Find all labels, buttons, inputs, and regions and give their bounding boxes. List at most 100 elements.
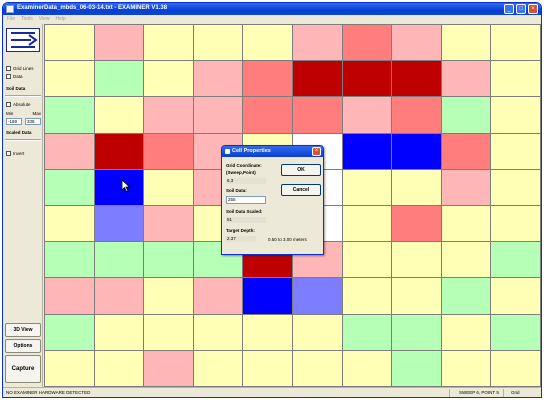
grid-cell[interactable] xyxy=(392,97,441,133)
invert-checkbox-row[interactable]: Invert xyxy=(6,151,24,156)
grid-cell[interactable] xyxy=(94,169,144,205)
absolute-checkbox-row[interactable]: Absolute xyxy=(6,102,31,107)
grid-cell[interactable] xyxy=(144,169,193,205)
options-button[interactable]: Options xyxy=(5,339,41,353)
dialog-title-bar[interactable]: Cell Properties × xyxy=(222,146,323,157)
absolute-checkbox[interactable] xyxy=(6,102,11,107)
grid-cell[interactable] xyxy=(392,350,441,386)
grid-cell[interactable] xyxy=(243,61,292,97)
grid-cell[interactable] xyxy=(193,278,243,314)
grid-cell[interactable] xyxy=(392,314,441,350)
grid-cell[interactable] xyxy=(243,25,292,61)
grid-cell[interactable] xyxy=(45,278,94,314)
cancel-button[interactable]: Cancel xyxy=(281,184,321,196)
grid-cell[interactable] xyxy=(45,133,94,169)
grid-cell[interactable] xyxy=(392,169,441,205)
3d-view-button[interactable]: 3D View xyxy=(5,323,41,337)
grid-cell[interactable] xyxy=(292,350,342,386)
grid-cell[interactable] xyxy=(441,97,491,133)
grid-cell[interactable] xyxy=(94,206,144,242)
close-button[interactable]: × xyxy=(528,4,538,14)
grid-cell[interactable] xyxy=(45,169,94,205)
grid-cell[interactable] xyxy=(441,169,491,205)
grid-cell[interactable] xyxy=(94,314,144,350)
grid-cell[interactable] xyxy=(45,314,94,350)
grid-cell[interactable] xyxy=(144,206,193,242)
ok-button[interactable]: OK xyxy=(281,164,321,176)
grid-cell[interactable] xyxy=(491,314,540,350)
grid-cell[interactable] xyxy=(292,25,342,61)
grid-cell[interactable] xyxy=(491,61,540,97)
grid-lines-checkbox[interactable] xyxy=(6,66,11,71)
grid-cell[interactable] xyxy=(342,133,392,169)
grid-cell[interactable] xyxy=(491,25,540,61)
grid-cell[interactable] xyxy=(392,25,441,61)
grid-cell[interactable] xyxy=(441,314,491,350)
grid-cell[interactable] xyxy=(392,133,441,169)
grid-cell[interactable] xyxy=(292,97,342,133)
grid-cell[interactable] xyxy=(144,242,193,278)
grid-cell[interactable] xyxy=(491,278,540,314)
data-checkbox-row[interactable]: Data xyxy=(6,74,23,79)
grid-cell[interactable] xyxy=(94,97,144,133)
grid-cell[interactable] xyxy=(193,61,243,97)
title-bar[interactable]: ExaminerData_mbds_06-03-14.txt - EXAMINE… xyxy=(3,3,541,15)
menu-view[interactable]: View xyxy=(39,15,50,24)
grid-cell[interactable] xyxy=(193,350,243,386)
grid-cell[interactable] xyxy=(94,278,144,314)
grid-cell[interactable] xyxy=(94,242,144,278)
grid-cell[interactable] xyxy=(292,314,342,350)
grid-cell[interactable] xyxy=(441,350,491,386)
grid-cell[interactable] xyxy=(342,350,392,386)
grid-cell[interactable] xyxy=(342,242,392,278)
grid-cell[interactable] xyxy=(342,25,392,61)
grid-cell[interactable] xyxy=(144,314,193,350)
grid-cell[interactable] xyxy=(243,314,292,350)
grid-cell[interactable] xyxy=(292,278,342,314)
grid-cell[interactable] xyxy=(45,242,94,278)
grid-lines-checkbox-row[interactable]: Grid Lines xyxy=(6,66,34,71)
grid-cell[interactable] xyxy=(441,278,491,314)
grid-cell[interactable] xyxy=(94,133,144,169)
grid-cell[interactable] xyxy=(392,242,441,278)
grid-cell[interactable] xyxy=(45,350,94,386)
grid-cell[interactable] xyxy=(144,97,193,133)
grid-cell[interactable] xyxy=(441,25,491,61)
grid-cell[interactable] xyxy=(441,242,491,278)
grid-cell[interactable] xyxy=(144,278,193,314)
grid-cell[interactable] xyxy=(491,97,540,133)
grid-cell[interactable] xyxy=(491,206,540,242)
menu-tools[interactable]: Tools xyxy=(21,15,33,24)
grid-cell[interactable] xyxy=(45,25,94,61)
grid-cell[interactable] xyxy=(94,350,144,386)
grid-cell[interactable] xyxy=(243,97,292,133)
grid-cell[interactable] xyxy=(144,350,193,386)
grid-cell[interactable] xyxy=(392,61,441,97)
minimize-button[interactable]: _ xyxy=(504,4,514,14)
grid-cell[interactable] xyxy=(392,206,441,242)
grid-cell[interactable] xyxy=(491,133,540,169)
grid-cell[interactable] xyxy=(491,169,540,205)
grid-cell[interactable] xyxy=(441,206,491,242)
grid-cell[interactable] xyxy=(342,61,392,97)
grid-cell[interactable] xyxy=(491,242,540,278)
grid-cell[interactable] xyxy=(193,97,243,133)
grid-cell[interactable] xyxy=(342,314,392,350)
grid-cell[interactable] xyxy=(94,25,144,61)
menu-file[interactable]: File xyxy=(7,15,15,24)
grid-cell[interactable] xyxy=(491,350,540,386)
dialog-close-button[interactable]: × xyxy=(312,147,321,156)
grid-cell[interactable] xyxy=(292,61,342,97)
capture-button[interactable]: Capture xyxy=(5,355,41,383)
grid-cell[interactable] xyxy=(144,25,193,61)
grid-cell[interactable] xyxy=(441,61,491,97)
grid-cell[interactable] xyxy=(342,169,392,205)
grid-cell[interactable] xyxy=(94,61,144,97)
grid-cell[interactable] xyxy=(144,61,193,97)
grid-cell[interactable] xyxy=(342,206,392,242)
grid-cell[interactable] xyxy=(392,278,441,314)
data-checkbox[interactable] xyxy=(6,74,11,79)
grid-cell[interactable] xyxy=(342,278,392,314)
grid-cell[interactable] xyxy=(441,133,491,169)
grid-cell[interactable] xyxy=(243,278,292,314)
